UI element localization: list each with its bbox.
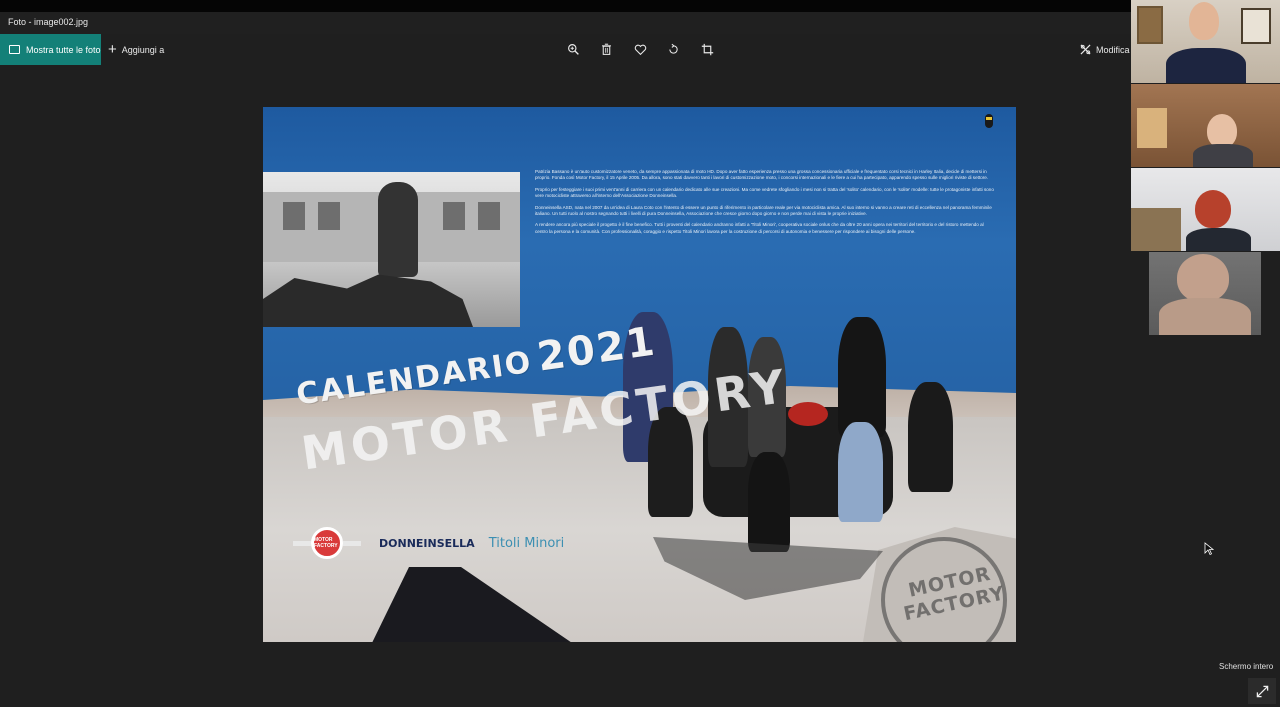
participant-face [1207, 114, 1237, 148]
edit-label: Modifica [1096, 44, 1130, 55]
participant-face [1195, 190, 1231, 228]
person [908, 382, 953, 492]
person [838, 317, 886, 437]
edit-icon [1080, 44, 1091, 55]
motor-factory-logo: MOTOR FACTORY [311, 527, 343, 559]
paragraph: Patrizia Bassano è un'auto customizzator… [535, 169, 989, 181]
participant-body [1193, 144, 1253, 167]
displayed-photo: Patrizia Bassano è un'auto customizzator… [263, 107, 1016, 642]
window [443, 202, 465, 230]
paragraph: A rendere ancora più speciale il progett… [535, 222, 984, 234]
participant-face [1177, 254, 1229, 302]
add-to-label: Aggiungi a [121, 44, 165, 55]
buoy [985, 114, 993, 128]
delete-icon[interactable] [598, 41, 614, 57]
logo-wing [343, 540, 361, 546]
fullscreen-button[interactable] [1248, 678, 1276, 704]
video-tile-participant-1[interactable] [1131, 0, 1280, 83]
rider [378, 182, 418, 277]
fullscreen-tooltip: Schermo intero [1219, 662, 1274, 671]
seal-text: MOTOR FACTORY [901, 562, 1007, 626]
person [748, 452, 790, 552]
plus-icon: + [108, 41, 117, 58]
video-participants-panel [1131, 0, 1280, 340]
favorite-icon[interactable] [632, 41, 648, 57]
person [838, 422, 883, 522]
calendar-description: Patrizia Bassano è un'auto customizzator… [535, 169, 995, 240]
show-all-photos-label: Mostra tutte le foto [26, 44, 101, 55]
photos-icon [9, 45, 20, 54]
lamp [1137, 108, 1167, 148]
frame [1241, 8, 1271, 44]
video-tile-participant-3[interactable] [1131, 168, 1280, 251]
participant-hand [1159, 298, 1251, 335]
window-title: Foto - image002.jpg [8, 17, 89, 27]
participant-face [1189, 2, 1219, 40]
motorcycle [263, 274, 473, 327]
toolbar: Mostra tutte le foto + Aggiungi a Modifi… [0, 34, 1131, 66]
video-tile-participant-4[interactable] [1149, 252, 1261, 335]
donneinsella-logo: DONNEINSELLA [379, 536, 475, 550]
sponsor-logos: MOTOR FACTORY DONNEINSELLA Titoli Minori [293, 527, 564, 559]
top-strip [0, 0, 1280, 12]
frame [1137, 6, 1163, 44]
logo-wing [293, 540, 311, 546]
zoom-icon[interactable] [565, 41, 581, 57]
participant-body [1186, 228, 1251, 251]
group-of-people [623, 312, 953, 562]
participant-body [1166, 48, 1246, 83]
bookshelf [1131, 208, 1181, 251]
add-to-button[interactable]: + Aggiungi a [108, 34, 164, 65]
titoli-minori-logo: Titoli Minori [488, 535, 565, 551]
paragraph: Proprio per festeggiare i suoi primi ven… [535, 186, 994, 199]
mouse-cursor-icon [1204, 542, 1214, 556]
expand-icon [1256, 685, 1268, 697]
crop-icon[interactable] [699, 41, 715, 57]
paragraph: Donneinsella ASD, nata nel 2007 da un'id… [535, 204, 992, 217]
window [318, 202, 340, 230]
edit-button[interactable]: Modifica [1080, 34, 1130, 65]
window [283, 202, 305, 230]
bw-rider-photo [263, 172, 520, 327]
title-bar: Foto - image002.jpg [0, 12, 1131, 34]
video-tile-participant-2[interactable] [1131, 84, 1280, 167]
show-all-photos-button[interactable]: Mostra tutte le foto [0, 34, 101, 65]
window [478, 202, 500, 230]
rotate-icon[interactable] [665, 41, 681, 57]
